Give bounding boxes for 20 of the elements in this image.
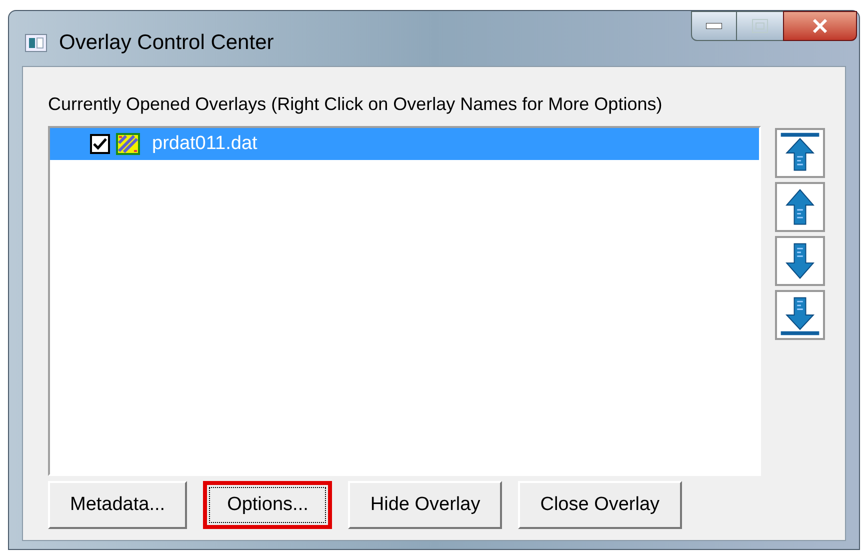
maximize-button[interactable] bbox=[737, 11, 783, 41]
move-up-button[interactable] bbox=[775, 182, 825, 232]
overlay-name: prdat011.dat bbox=[152, 132, 258, 156]
dialog-button[interactable]: Close Overlay bbox=[518, 481, 682, 529]
window-title: Overlay Control Center bbox=[59, 30, 274, 56]
dialog-button[interactable]: Options... bbox=[203, 481, 332, 529]
close-icon bbox=[812, 19, 828, 33]
minimize-button[interactable] bbox=[691, 11, 737, 41]
striped-layer-icon bbox=[116, 133, 140, 155]
dialog-button[interactable]: Hide Overlay bbox=[348, 481, 502, 529]
overlay-checkbox[interactable] bbox=[90, 134, 110, 154]
list-label: Currently Opened Overlays (Right Click on Overlay Names for More Options) bbox=[48, 93, 664, 116]
maximize-icon bbox=[752, 19, 768, 33]
app-icon bbox=[25, 34, 47, 52]
move-to-top-button[interactable] bbox=[775, 128, 825, 178]
minimize-icon bbox=[706, 23, 722, 29]
dialog-button[interactable]: Metadata... bbox=[48, 481, 188, 529]
move-to-bottom-button[interactable] bbox=[775, 290, 825, 340]
close-button[interactable] bbox=[783, 11, 857, 41]
move-down-button[interactable] bbox=[775, 236, 825, 286]
